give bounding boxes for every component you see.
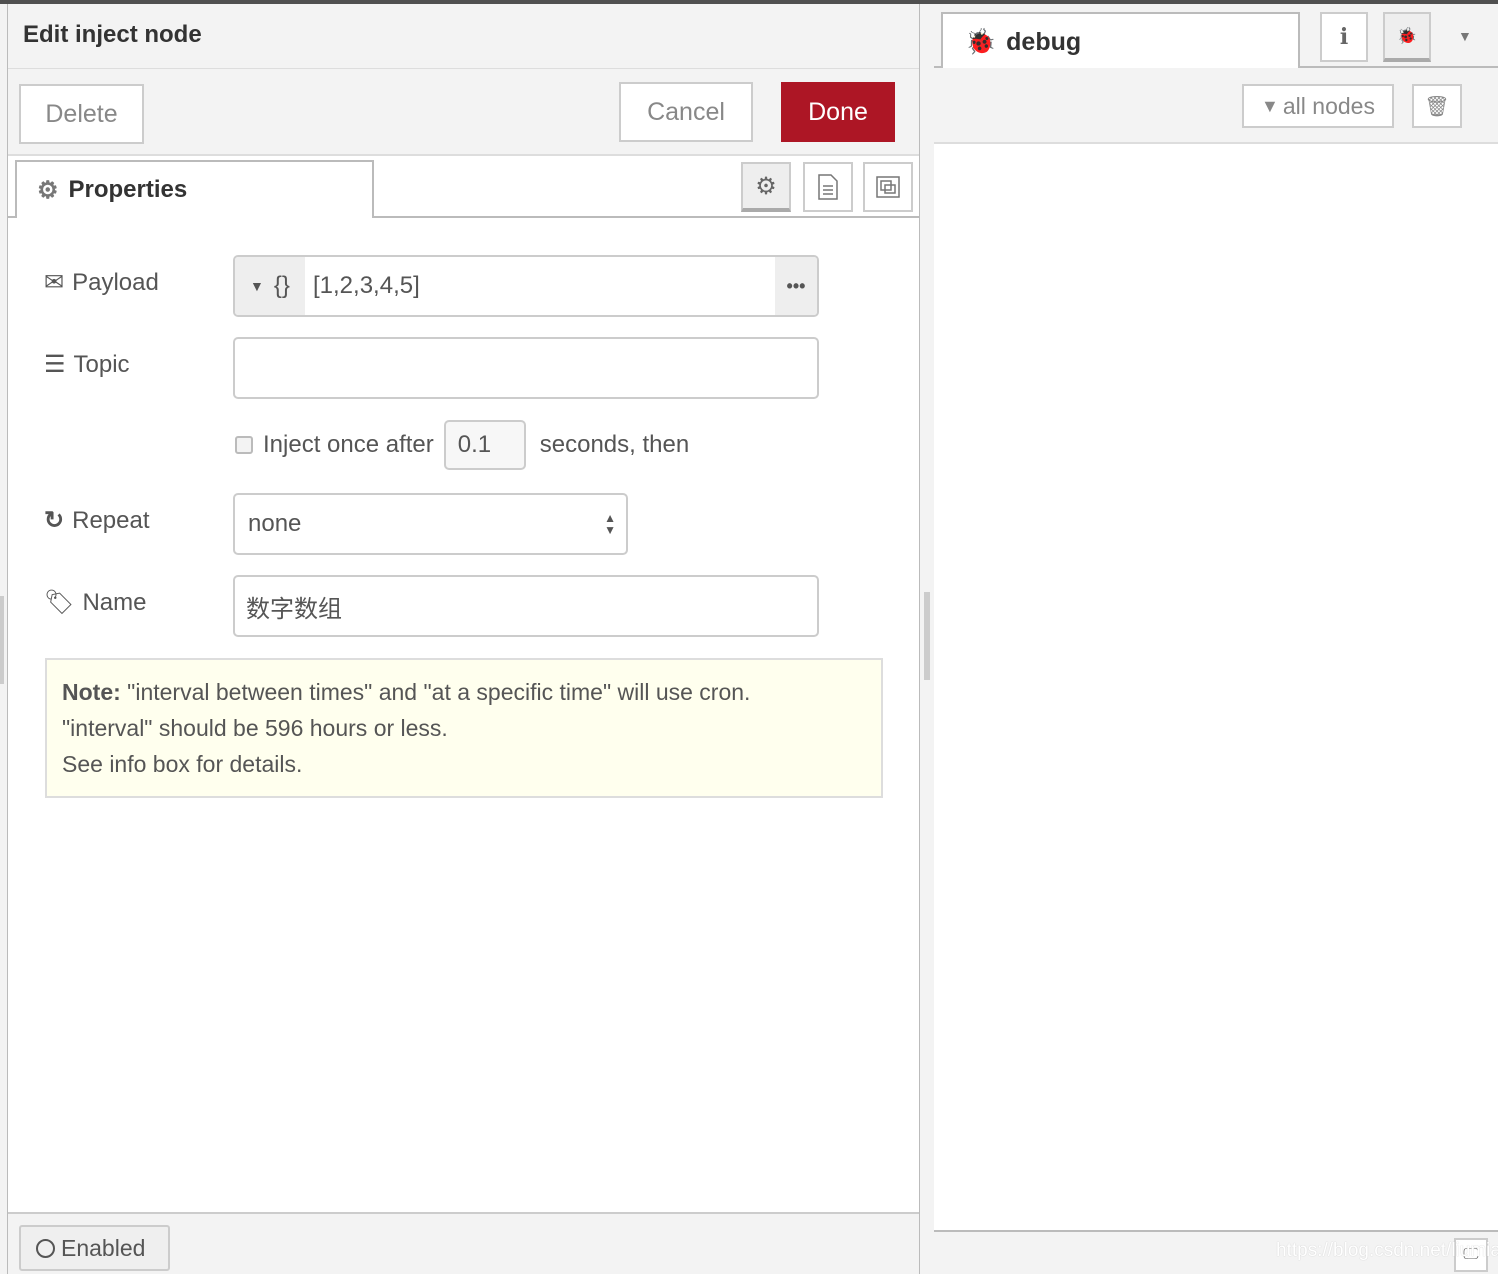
payload-typed-input: ▼ {} [1,2,3,4,5] ••• <box>233 255 819 317</box>
left-resize-handle[interactable] <box>0 596 4 684</box>
sidebar-tabs: 🐞 debug i 🐞 ▼ <box>934 4 1498 70</box>
filter-label: all nodes <box>1282 92 1375 119</box>
tab-properties[interactable]: ⚙ Properties <box>15 160 374 218</box>
name-label: 🏷 Name <box>44 588 147 617</box>
tray-toolbar: Delete Cancel Done <box>8 69 919 156</box>
repeat-label: ↻ Repeat <box>44 506 150 535</box>
enabled-toggle-button[interactable]: Enabled <box>19 1225 170 1271</box>
payload-type-selector[interactable]: ▼ {} <box>235 257 305 315</box>
refresh-icon: ↻ <box>44 507 65 534</box>
sidebar: 🐞 debug i 🐞 ▼ ▼ all nodes 🗑 🖵 https://blog… <box>934 4 1498 1274</box>
enabled-label: Enabled <box>61 1234 146 1261</box>
document-icon <box>818 174 838 200</box>
note-box: Note: "interval between times" and "at a… <box>45 658 883 798</box>
inject-once-label: Inject once after <box>263 431 434 458</box>
description-view-button[interactable] <box>803 162 853 212</box>
circle-icon <box>36 1238 55 1258</box>
done-button[interactable]: Done <box>781 82 895 142</box>
bug-icon: 🐞 <box>1397 28 1417 45</box>
tab-label: Properties <box>68 176 188 203</box>
note-line-3: See info box for details. <box>62 751 303 777</box>
name-label-text: Name <box>82 588 147 616</box>
json-type-icon: {} <box>273 272 290 299</box>
bug-icon: 🐞 <box>965 27 997 56</box>
edit-tray: Edit inject node Delete Cancel Done ⚙ Pr… <box>7 4 920 1274</box>
ellipsis-icon: ••• <box>786 275 806 296</box>
expand-editor-button[interactable]: ••• <box>775 257 817 315</box>
tab-bar: ⚙ Properties ⚙ <box>8 156 919 218</box>
repeat-value: none <box>248 510 302 537</box>
inject-once-suffix: seconds, then <box>539 431 690 458</box>
note-line-1: "interval between times" and "at a speci… <box>120 679 751 705</box>
frame-icon <box>876 176 900 198</box>
inject-once-checkbox[interactable] <box>235 436 253 454</box>
info-icon: i <box>1339 24 1349 50</box>
caret-down-icon: ▼ <box>250 278 264 294</box>
inject-delay-input[interactable]: 0.1 <box>443 420 526 470</box>
sidebar-footer: 🖵 https://blog.csdn.net/liumiaocn <box>934 1230 1498 1274</box>
properties-view-button[interactable]: ⚙ <box>741 162 791 212</box>
payload-input[interactable]: [1,2,3,4,5] <box>305 272 775 300</box>
inject-once-row: Inject once after 0.1 seconds, then <box>235 420 689 470</box>
repeat-select[interactable]: none ▲ ▼ <box>233 493 628 555</box>
gear-icon: ⚙ <box>37 176 59 204</box>
cancel-button[interactable]: Cancel <box>619 82 753 142</box>
list-icon: ☰ <box>44 351 66 378</box>
tray-footer: Enabled <box>8 1212 919 1274</box>
resize-handle[interactable] <box>924 592 930 680</box>
payload-label: ✉ Payload <box>44 268 159 297</box>
tray-title: Edit inject node <box>23 21 202 48</box>
name-input[interactable]: 数字数组 <box>233 575 819 637</box>
delete-button[interactable]: Delete <box>19 84 144 144</box>
trash-icon: 🗑 <box>1424 95 1450 118</box>
note-bold: Note: <box>62 679 121 705</box>
payload-label-text: Payload <box>72 268 159 296</box>
tray-header: Edit inject node <box>8 4 919 69</box>
topic-input[interactable] <box>233 337 819 399</box>
debug-toolbar: ▼ all nodes 🗑 <box>934 68 1498 144</box>
sidebar-menu-caret[interactable]: ▼ <box>1458 28 1472 44</box>
topic-label-text: Topic <box>73 350 130 378</box>
envelope-icon: ✉ <box>44 269 65 296</box>
appearance-view-button[interactable] <box>863 162 913 212</box>
clear-messages-button[interactable]: 🗑 <box>1412 84 1462 128</box>
repeat-label-text: Repeat <box>72 506 150 534</box>
select-arrows-icon: ▲ ▼ <box>604 511 616 537</box>
caret-down-icon: ▼ <box>1458 28 1472 44</box>
gear-icon: ⚙ <box>755 172 777 200</box>
topic-label: ☰ Topic <box>44 350 130 379</box>
info-tab-button[interactable]: i <box>1320 12 1368 62</box>
note-line-2: "interval" should be 596 hours or less. <box>62 715 448 741</box>
tab-debug[interactable]: 🐞 debug <box>941 12 1300 70</box>
tag-icon: 🏷 <box>44 589 75 616</box>
filter-button[interactable]: ▼ all nodes <box>1242 84 1394 128</box>
filter-icon: ▼ <box>1261 95 1279 116</box>
debug-tab-label: debug <box>1006 27 1082 56</box>
watermark: https://blog.csdn.net/liumiaocn <box>1276 1240 1498 1261</box>
debug-tab-button[interactable]: 🐞 <box>1383 12 1431 62</box>
